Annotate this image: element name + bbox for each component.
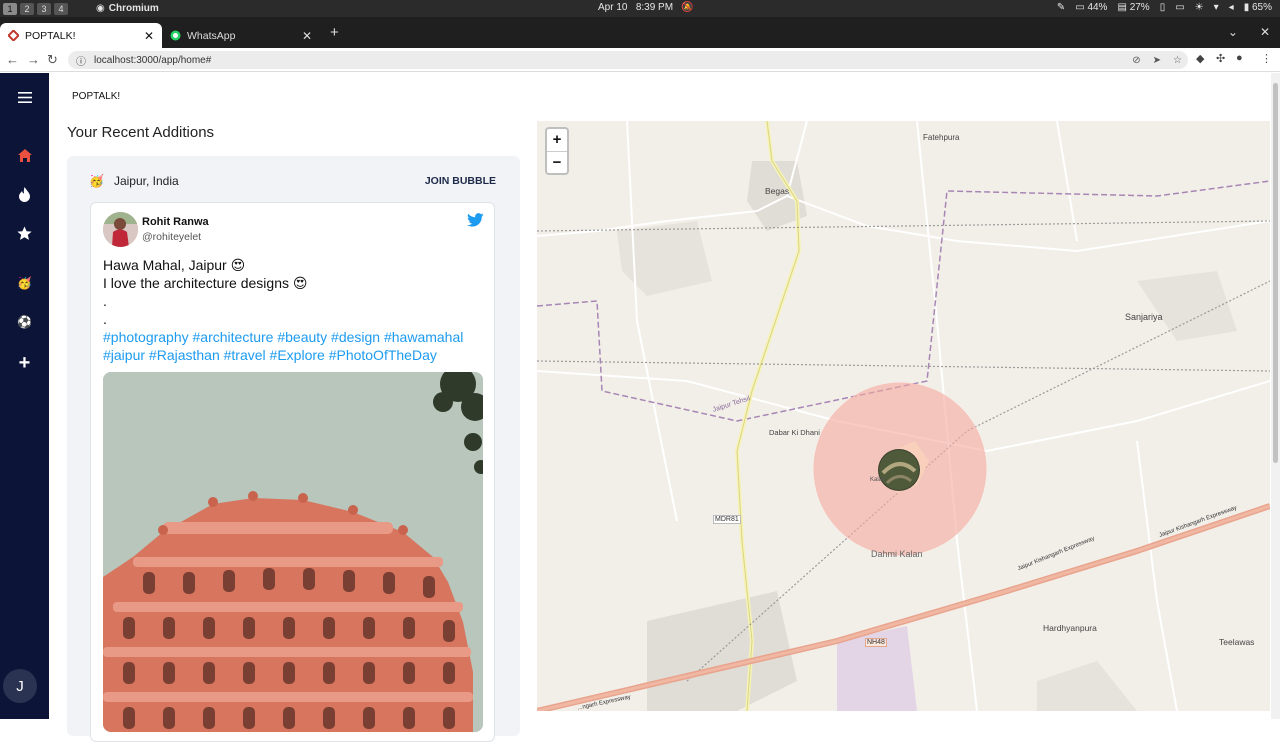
bubble-location: Jaipur, India [113, 174, 179, 188]
tweet-line: I love the architecture designs 😍 [103, 275, 308, 291]
menu-icon[interactable] [0, 87, 49, 108]
tab-label: WhatsApp [187, 29, 236, 42]
map-label-begas: Begas [765, 186, 790, 196]
map-label-teelawas: Teelawas [1219, 637, 1255, 647]
eye-off-icon[interactable]: ⊘ [1132, 55, 1140, 66]
scrollbar-thumb[interactable] [1273, 83, 1278, 463]
volume-icon[interactable]: ◂ [1229, 2, 1234, 13]
party-face-icon: 🥳 [89, 174, 104, 188]
star-icon[interactable] [0, 226, 49, 245]
map-label-dabar: Dabar Ki Dhani [769, 428, 820, 437]
bubble-card: 🥳 Jaipur, India JOIN BUBBLE Rohit Ranwa … [67, 156, 520, 742]
map-label-hardhyanpura: Hardhyanpura [1043, 623, 1097, 633]
zoom-out-button[interactable]: − [547, 151, 567, 173]
extension-icon[interactable]: ◆ [1196, 52, 1204, 65]
poptalk-favicon [8, 30, 19, 41]
tweet-hashtags[interactable]: #photography #architecture #beauty #desi… [103, 328, 488, 364]
battery-value: 65% [1251, 2, 1272, 13]
clock[interactable]: Apr 10 8:39 PM 🔕 [598, 2, 694, 13]
new-tab-button[interactable]: + [330, 24, 339, 41]
bubble-header: 🥳 Jaipur, India [89, 174, 179, 188]
whatsapp-favicon [170, 30, 181, 41]
brand-title[interactable]: POPTALK! [72, 91, 120, 102]
clipboard-icon[interactable]: ▯ [1160, 2, 1166, 13]
map-view[interactable]: Fatehpura Begas Sanjariya Jaipur Tehsil … [537, 121, 1270, 711]
map-label-fatehpura: Fatehpura [923, 133, 960, 142]
send-icon[interactable]: ➤ [1153, 55, 1161, 66]
system-tray: ✎ ▭ 44% ▤ 27% ▯ ▭ ☀ ▾ ◂ ▮ 65% [1057, 2, 1272, 13]
time-text: 8:39 PM [635, 2, 674, 13]
tab-poptalk[interactable]: POPTALK! ✕ [0, 23, 162, 48]
workspace-4[interactable]: 4 [54, 2, 68, 15]
pen-icon[interactable]: ✎ [1057, 2, 1065, 13]
home-icon[interactable] [0, 148, 49, 167]
tab-search-icon[interactable]: ⌄ [1228, 25, 1238, 39]
tweet-line: Hawa Mahal, Jaipur 😍 [103, 257, 246, 273]
url-bar[interactable]: ⓘ localhost:3000/app/home# ⊘ ➤ ☆ [68, 51, 1188, 69]
tweet-photo[interactable] [103, 372, 483, 732]
bookmark-star-icon[interactable]: ☆ [1173, 55, 1182, 66]
cpu-indicator: ▭ 44% [1075, 2, 1108, 13]
party-face-icon[interactable]: 🥳 [0, 276, 49, 290]
tab-label: POPTALK! [25, 29, 76, 42]
memory-indicator: ▤ 27% [1117, 2, 1150, 13]
battery-indicator: ▮ 65% [1243, 2, 1272, 13]
tab-whatsapp[interactable]: WhatsApp ✕ [162, 23, 320, 48]
tweet-author-name[interactable]: Rohit Ranwa [142, 216, 209, 228]
cpu-value: 44% [1087, 2, 1108, 13]
map-label-nh48: NH48 [865, 638, 887, 647]
profile-icon[interactable]: ● [1236, 52, 1243, 64]
tweet-line: . [103, 311, 107, 327]
brightness-icon[interactable]: ☀ [1195, 2, 1204, 13]
main-content: POPTALK! Your Recent Additions 🥳 Jaipur,… [49, 73, 1280, 742]
tweet-author-avatar[interactable] [103, 212, 138, 247]
app-sidebar: 🥳 ⚽ + J [0, 73, 49, 719]
kebab-menu-icon[interactable]: ⋮ [1261, 52, 1272, 65]
memory-value: 27% [1129, 2, 1150, 13]
window-controls: ⌄ ✕ [1228, 25, 1270, 39]
user-avatar[interactable]: J [3, 669, 37, 703]
wifi-icon[interactable]: ▾ [1214, 2, 1219, 13]
url-text: localhost:3000/app/home# [94, 54, 212, 66]
map-zoom-control: + − [545, 127, 569, 175]
chromium-icon: ◉ [96, 3, 105, 14]
workspace-1[interactable]: 1 [3, 2, 17, 15]
close-icon[interactable]: ✕ [144, 29, 154, 43]
tweet-text: Hawa Mahal, Jaipur 😍 I love the architec… [103, 256, 488, 364]
workspace-2[interactable]: 2 [20, 2, 34, 15]
notifications-off-icon: 🔕 [681, 2, 694, 13]
address-bar-row: ← → ↻ ⓘ localhost:3000/app/home# ⊘ ➤ ☆ ◆… [0, 48, 1280, 72]
embedded-tweet[interactable]: Rohit Ranwa @rohiteyelet Hawa Mahal, Jai… [90, 202, 495, 742]
soccer-ball-icon[interactable]: ⚽ [0, 315, 49, 329]
tweet-line: . [103, 293, 107, 309]
close-icon[interactable]: ✕ [302, 29, 312, 43]
tweet-author-handle[interactable]: @rohiteyelet [142, 231, 201, 243]
omnibox-actions: ⊘ ➤ ☆ [1132, 51, 1182, 69]
date-text: Apr 10 [598, 2, 628, 13]
browser-tab-bar: POPTALK! ✕ WhatsApp ✕ + ⌄ ✕ [0, 17, 1280, 48]
page-scrollbar[interactable] [1271, 73, 1280, 719]
page-heading: Your Recent Additions [67, 124, 215, 141]
map-label-dahmi: Dahmi Kalan [871, 549, 923, 559]
reload-icon[interactable]: ↻ [47, 52, 58, 68]
map-label-mdr81: MDR81 [713, 515, 741, 524]
active-app-name: Chromium [108, 3, 159, 14]
workspace-3[interactable]: 3 [37, 2, 51, 15]
puzzle-icon[interactable]: ✣ [1216, 52, 1225, 65]
add-icon[interactable]: + [0, 352, 49, 375]
forward-icon[interactable]: → [27, 52, 40, 67]
zoom-in-button[interactable]: + [547, 129, 567, 151]
map-label-kalan-short: Kalan [870, 477, 886, 483]
display-icon[interactable]: ▭ [1175, 2, 1184, 13]
system-status-bar: 1 2 3 4 ◉ Chromium Apr 10 8:39 PM 🔕 ✎ ▭ … [0, 0, 1280, 17]
join-bubble-button[interactable]: JOIN BUBBLE [425, 175, 496, 187]
fire-icon[interactable] [0, 187, 49, 206]
back-icon[interactable]: ← [6, 52, 19, 67]
close-window-icon[interactable]: ✕ [1260, 25, 1270, 39]
info-icon[interactable]: ⓘ [76, 53, 86, 68]
active-app: ◉ Chromium [96, 3, 159, 14]
twitter-bird-icon[interactable] [467, 213, 484, 232]
map-label-sanjariya: Sanjariya [1125, 312, 1163, 322]
